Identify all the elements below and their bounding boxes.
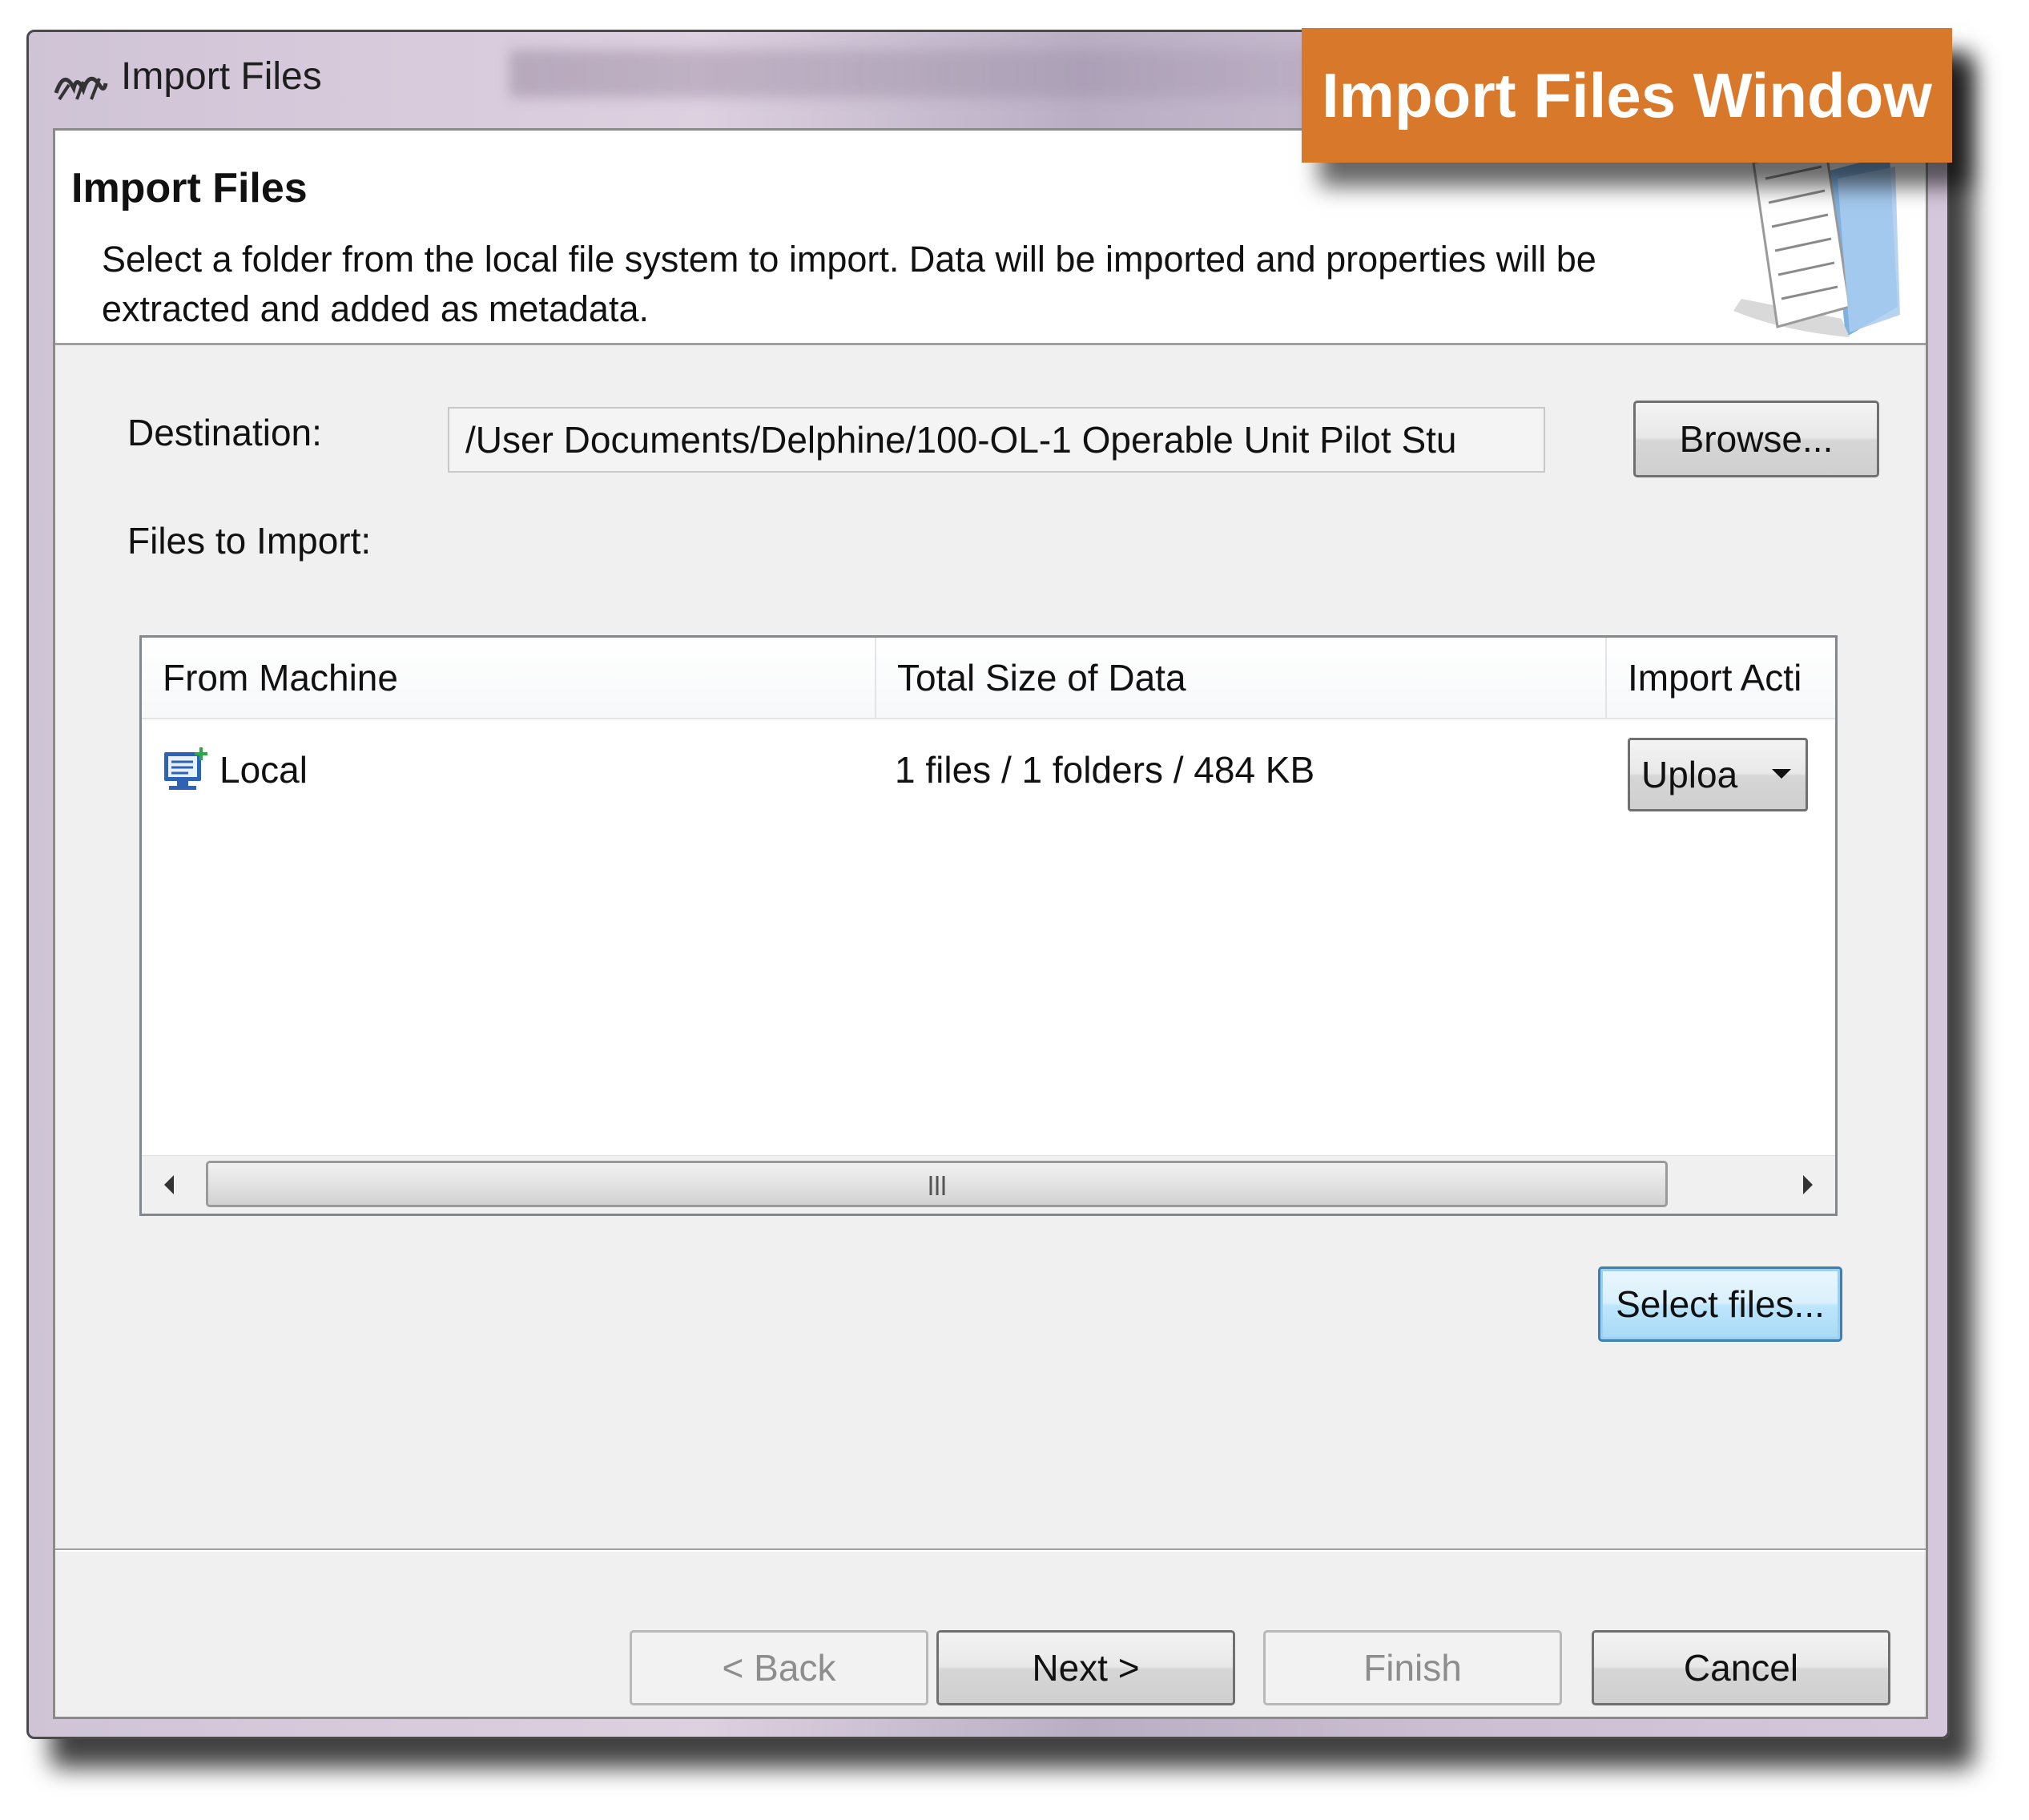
app-logo-icon (54, 76, 108, 101)
destination-field[interactable]: /User Documents/Delphine/100-OL-1 Operab… (448, 407, 1545, 473)
table-header: From Machine Total Size of Data Import A… (142, 638, 1835, 719)
next-button[interactable]: Next > (936, 1630, 1235, 1705)
window-callout-label: Import Files Window (1302, 28, 1952, 163)
import-action-value: Uploa (1641, 754, 1738, 795)
machine-name: Local (219, 749, 308, 791)
destination-label: Destination: (127, 412, 322, 453)
background-window-title (509, 50, 1391, 98)
finish-button[interactable]: Finish (1263, 1630, 1562, 1705)
grip-icon (929, 1176, 944, 1195)
document-folder-icon (1733, 147, 1900, 337)
import-action-dropdown[interactable]: Uploa (1628, 738, 1808, 811)
data-size: 1 files / 1 folders / 484 KB (895, 749, 1315, 791)
back-button[interactable]: < Back (630, 1630, 928, 1705)
scroll-right-icon[interactable] (1803, 1175, 1813, 1194)
chevron-down-icon (1772, 769, 1791, 779)
import-files-window: Import Files Import Files Select a folde… (26, 30, 1950, 1739)
cancel-label: Cancel (1683, 1647, 1799, 1689)
import-dialog: Import Files Select a folder from the lo… (53, 128, 1928, 1719)
table-row[interactable]: Local 1 files / 1 folders / 484 KB Uploa (142, 730, 1835, 811)
select-files-button[interactable]: Select files... (1598, 1266, 1842, 1342)
next-label: Next > (1032, 1647, 1140, 1689)
wizard-header: Import Files Select a folder from the lo… (55, 131, 1926, 345)
finish-label: Finish (1363, 1647, 1462, 1689)
back-label: < Back (722, 1647, 836, 1689)
cancel-button[interactable]: Cancel (1592, 1630, 1890, 1705)
select-files-label: Select files... (1616, 1283, 1825, 1325)
scroll-left-icon[interactable] (164, 1175, 174, 1194)
browse-button[interactable]: Browse... (1633, 401, 1879, 477)
page-description: Select a folder from the local file syst… (102, 239, 1596, 329)
browse-label: Browse... (1679, 418, 1834, 460)
footer-divider (55, 1548, 1926, 1552)
computer-monitor-icon (164, 747, 207, 790)
page-title: Import Files (71, 165, 308, 211)
column-total-size[interactable]: Total Size of Data (876, 638, 1605, 718)
column-import-action[interactable]: Import Acti (1607, 638, 1835, 718)
horizontal-scrollbar[interactable] (142, 1155, 1835, 1214)
scrollbar-thumb[interactable] (206, 1161, 1668, 1207)
column-from-machine[interactable]: From Machine (142, 638, 875, 718)
window-title: Import Files (121, 55, 322, 98)
files-to-import-label: Files to Import: (127, 520, 372, 562)
files-table: From Machine Total Size of Data Import A… (139, 635, 1838, 1216)
